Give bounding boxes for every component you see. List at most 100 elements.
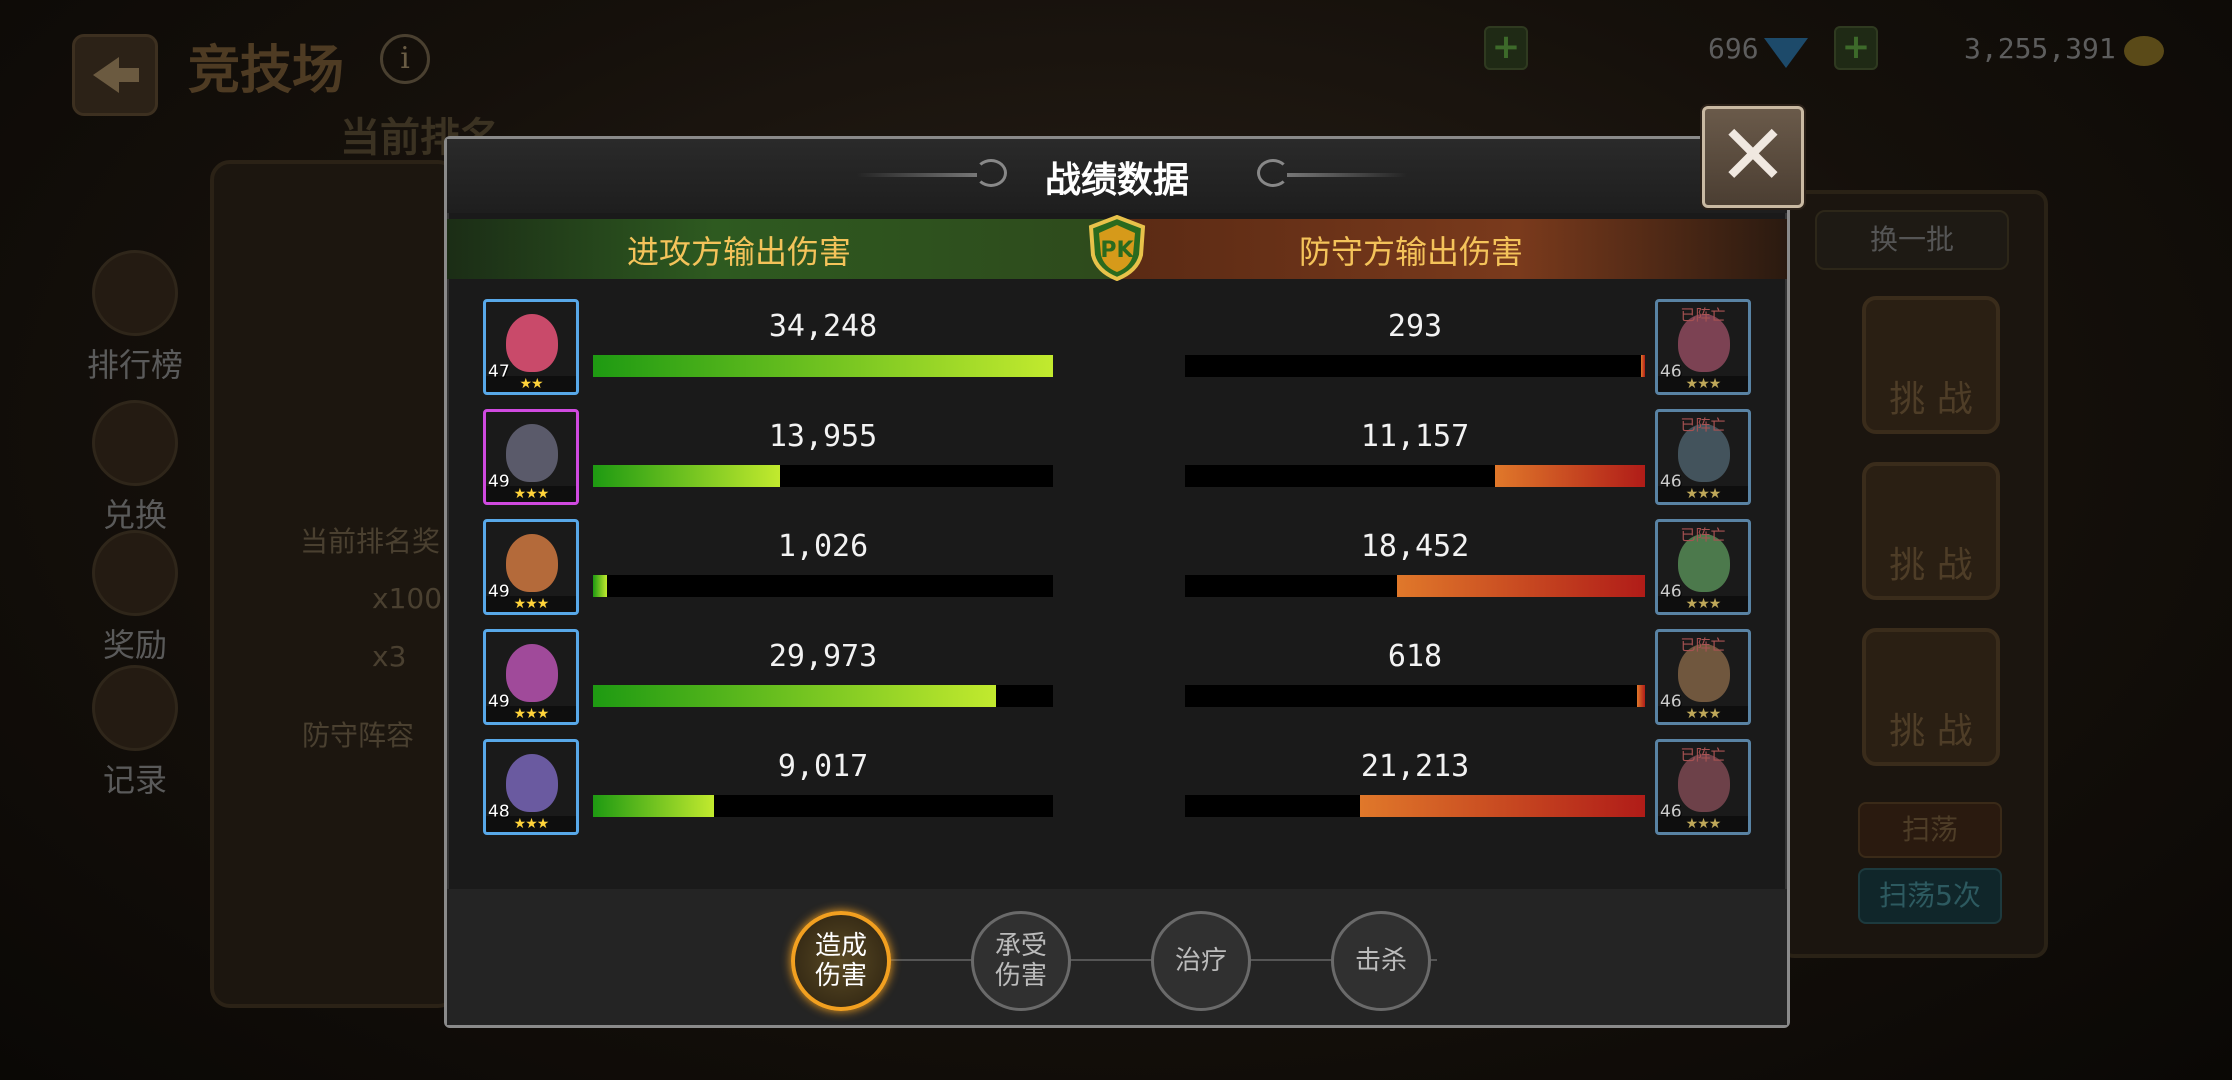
info-icon[interactable]: i: [380, 34, 430, 84]
chest-icon: [92, 530, 178, 616]
gem-icon: [1764, 38, 1808, 68]
hero-stars: ★★★: [1658, 486, 1748, 502]
defender-damage-value: 18,452: [1360, 529, 1470, 564]
attacker-damage-bar: [593, 795, 1053, 817]
defeated-label: 已阵亡: [1680, 636, 1726, 654]
attacker-damage-value: 9,017: [777, 749, 869, 784]
hero-stars: ★★★: [1658, 376, 1748, 392]
attacker-portrait: 49 ★★★: [483, 409, 579, 505]
attacker-damage-fill: [593, 465, 781, 487]
attacker-damage-fill: [593, 795, 715, 817]
exchange-icon: [92, 400, 178, 486]
hero-stars: ★★★: [486, 596, 576, 612]
menu-rewards[interactable]: 奖励: [80, 530, 190, 666]
add-gold-plus-icon[interactable]: +: [1834, 26, 1878, 70]
menu-records[interactable]: 记录: [80, 665, 190, 801]
attacker-damage-fill: [593, 355, 1053, 377]
defender-portrait: 已阵亡 46 ★★★: [1655, 299, 1751, 395]
challenge-button-3[interactable]: 挑 战: [1862, 628, 2000, 766]
defeated-label: 已阵亡: [1680, 306, 1726, 324]
menu-exchange[interactable]: 兑换: [80, 400, 190, 536]
defender-damage-bar: [1185, 795, 1645, 817]
defender-damage-value: 11,157: [1360, 419, 1470, 454]
back-button[interactable]: [72, 34, 158, 116]
defender-damage-bar: [1185, 355, 1645, 377]
attacker-damage-value: 34,248: [768, 309, 878, 344]
battle-stats-dialog: 战绩数据 进攻方输出伤害 防守方输出伤害 PK 47 ★★ 34,248 293 已阵亡…: [444, 136, 1790, 1028]
tab-healing[interactable]: 治疗: [1151, 911, 1251, 1011]
hero-stars: ★★★: [486, 706, 576, 722]
challenge-label: 挑 战: [1889, 545, 1973, 586]
defender-header: 防守方输出伤害: [1299, 233, 1524, 271]
menu-records-label: 记录: [102, 761, 167, 799]
tab-damage-taken[interactable]: 承受 伤害: [971, 911, 1071, 1011]
defeated-label: 已阵亡: [1680, 416, 1726, 434]
menu-rewards-label: 奖励: [102, 626, 167, 664]
add-gems-plus-icon[interactable]: +: [1484, 26, 1528, 70]
defender-damage-value: 293: [1387, 309, 1443, 344]
gem-count: 696: [1708, 32, 1759, 65]
defender-portrait: 已阵亡 46 ★★★: [1655, 629, 1751, 725]
attacker-portrait: 49 ★★★: [483, 519, 579, 615]
attacker-damage-value: 29,973: [768, 639, 878, 674]
attacker-damage-fill: [593, 575, 607, 597]
attacker-damage-bar: [593, 685, 1053, 707]
attacker-damage-fill: [593, 685, 996, 707]
defender-damage-fill: [1397, 575, 1645, 597]
stats-rows: 47 ★★ 34,248 293 已阵亡 46 ★★★ 49 ★★★ 13,955 11,157 已阵…: [447, 299, 1787, 869]
close-icon: ✕: [1717, 106, 1789, 204]
reward-gem-qty: x100: [372, 582, 443, 615]
close-button[interactable]: ✕: [1702, 106, 1804, 208]
defender-portrait: 已阵亡 46 ★★★: [1655, 519, 1751, 615]
attacker-damage-bar: [593, 575, 1053, 597]
defender-damage-bar: [1185, 575, 1645, 597]
attacker-damage-value: 1,026: [777, 529, 869, 564]
swap-opponents-button[interactable]: 换一批: [1815, 210, 2009, 270]
reward-item-qty: x3: [372, 640, 407, 673]
defender-damage-value: 21,213: [1360, 749, 1470, 784]
hero-face: [506, 754, 558, 812]
challenge-label: 挑 战: [1889, 379, 1973, 420]
defender-damage-fill: [1360, 795, 1645, 817]
reward-heading: 当前排名奖: [300, 525, 441, 558]
tab-kills[interactable]: 击杀: [1331, 911, 1431, 1011]
challenge-button-2[interactable]: 挑 战: [1862, 462, 2000, 600]
hero-face: [506, 534, 558, 592]
hero-face: [506, 314, 558, 372]
defeated-label: 已阵亡: [1680, 526, 1726, 544]
pk-label: PK: [1100, 238, 1134, 263]
tab-damage-dealt[interactable]: 造成 伤害: [791, 911, 891, 1011]
attacker-portrait: 48 ★★★: [483, 739, 579, 835]
trophy-icon: [92, 250, 178, 336]
defender-damage-value: 618: [1387, 639, 1443, 674]
dialog-title: 战绩数据: [1044, 160, 1189, 201]
sweep-5x-button[interactable]: 扫荡5次: [1858, 868, 2002, 924]
hero-stars: ★★★: [486, 486, 576, 502]
screen-title: 竞技场: [188, 41, 345, 101]
hero-face: [506, 424, 558, 482]
tab-bar: [447, 889, 1787, 1025]
attacker-damage-bar: [593, 465, 1053, 487]
hero-stars: ★★: [486, 376, 576, 392]
attacker-damage-bar: [593, 355, 1053, 377]
menu-leaderboard[interactable]: 排行榜: [80, 250, 190, 386]
defender-portrait: 已阵亡 46 ★★★: [1655, 739, 1751, 835]
pk-shield-icon: PK: [1088, 215, 1146, 281]
hero-stars: ★★★: [1658, 816, 1748, 832]
gold-count: 3,255,391: [1964, 32, 2116, 65]
hero-stars: ★★★: [486, 816, 576, 832]
challenge-button-1[interactable]: 挑 战: [1862, 296, 2000, 434]
attacker-portrait: 47 ★★: [483, 299, 579, 395]
defender-damage-fill: [1495, 465, 1645, 487]
hero-stars: ★★★: [1658, 706, 1748, 722]
hero-face: [506, 644, 558, 702]
sweep-button[interactable]: 扫荡: [1858, 802, 2002, 858]
challenge-label: 挑 战: [1889, 711, 1973, 752]
menu-leaderboard-label: 排行榜: [86, 346, 183, 384]
defeated-label: 已阵亡: [1680, 746, 1726, 764]
defender-portrait: 已阵亡 46 ★★★: [1655, 409, 1751, 505]
defender-damage-bar: [1185, 465, 1645, 487]
gold-coin-icon: [2124, 36, 2164, 66]
attacker-header: 进攻方输出伤害: [627, 233, 852, 271]
defender-damage-fill: [1641, 355, 1645, 377]
